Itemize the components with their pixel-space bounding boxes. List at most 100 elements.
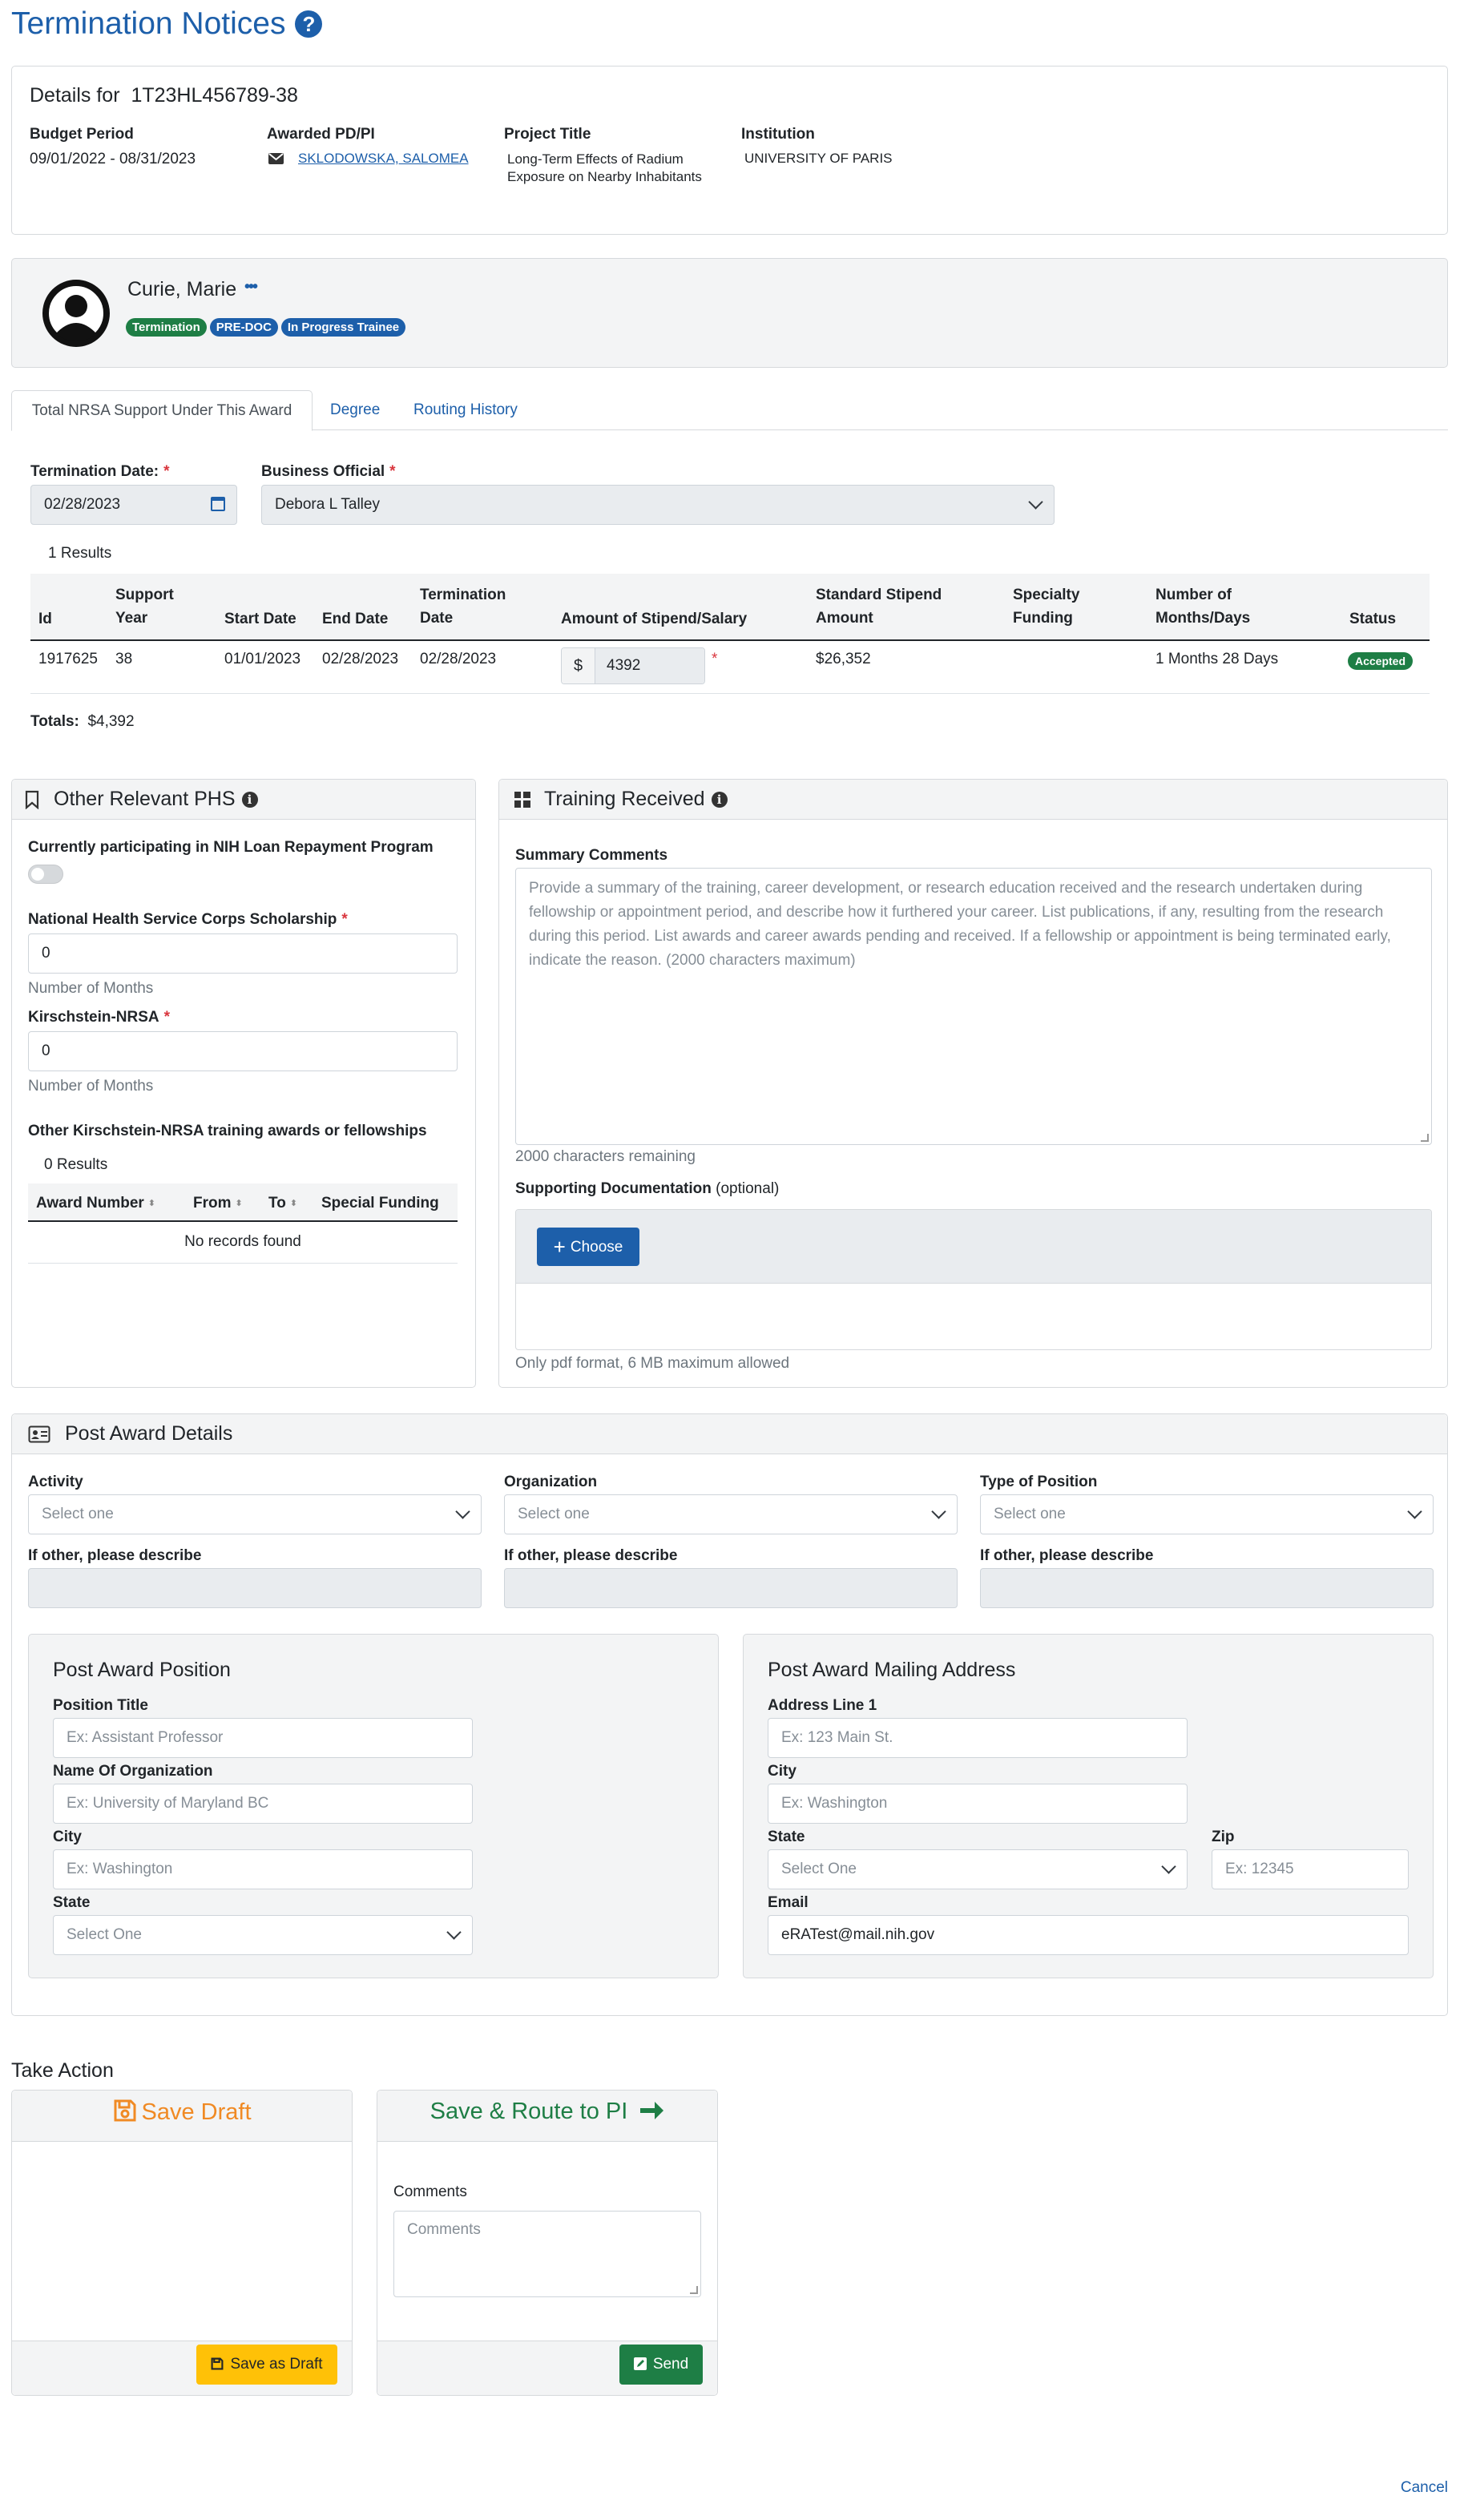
col-to[interactable]: To ⬍ xyxy=(268,1191,297,1215)
col-special-funding: Special Funding xyxy=(321,1195,439,1212)
grant-number: 1T23HL456789-38 xyxy=(131,84,298,107)
position-title-input[interactable]: Ex: Assistant Professor xyxy=(53,1718,473,1758)
id-card-icon xyxy=(28,1425,50,1442)
badge-in-progress: In Progress Trainee xyxy=(280,318,406,337)
position-state-select[interactable]: Select One xyxy=(53,1915,473,1955)
save-draft-title: Save Draft xyxy=(12,2099,352,2126)
org-name-input[interactable]: Ex: University of Maryland BC xyxy=(53,1784,473,1824)
phs-card-title: Other Relevant PHS i xyxy=(25,788,258,811)
project-title-value: Long-Term Effects of Radium Exposure on … xyxy=(507,151,702,184)
institution-label: Institution xyxy=(741,126,815,143)
email-input[interactable]: eRATest@mail.nih.gov xyxy=(768,1915,1409,1955)
resize-handle[interactable] xyxy=(690,2286,698,2294)
address-city-input[interactable]: Ex: Washington xyxy=(768,1784,1188,1824)
nhsc-label: National Health Service Corps Scholarshi… xyxy=(28,911,348,928)
activity-other-input[interactable] xyxy=(28,1568,482,1608)
save-draft-card: Save Draft Save as Draft xyxy=(11,2090,353,2396)
row-year: 38 xyxy=(115,651,133,667)
calendar-icon[interactable] xyxy=(211,497,225,511)
organization-label: Organization xyxy=(504,1474,598,1490)
details-heading: Details for 1T23HL456789-38 xyxy=(30,84,298,107)
type-other-input[interactable] xyxy=(980,1568,1434,1608)
tab-total-nrsa-support[interactable]: Total NRSA Support Under This Award xyxy=(11,390,313,431)
dashboard-icon xyxy=(514,791,530,808)
pi-label: Awarded PD/PI xyxy=(267,126,375,143)
address-state-select[interactable]: Select One xyxy=(768,1849,1188,1889)
send-button[interactable]: Send xyxy=(619,2345,703,2385)
summary-comments-textarea[interactable]: Provide a summary of the training, caree… xyxy=(515,868,1432,1145)
resize-handle[interactable] xyxy=(1421,1134,1429,1142)
sort-icon: ⬍ xyxy=(147,1198,156,1208)
activity-label: Activity xyxy=(28,1474,83,1490)
help-icon[interactable]: ? xyxy=(295,10,323,38)
type-of-position-label: Type of Position xyxy=(980,1474,1098,1490)
nhsc-help: Number of Months xyxy=(28,980,154,997)
col-from[interactable]: From ⬍ xyxy=(193,1191,243,1215)
required-marker: * xyxy=(712,651,718,667)
business-official-label: Business Official * xyxy=(261,463,396,480)
post-award-position-panel: Post Award Position Position Title Ex: A… xyxy=(28,1634,719,1978)
address-line1-input[interactable]: Ex: 123 Main St. xyxy=(768,1718,1188,1758)
institution-value: UNIVERSITY OF PARIS xyxy=(744,151,893,166)
address-panel-title: Post Award Mailing Address xyxy=(768,1659,1016,1681)
cancel-link[interactable]: Cancel xyxy=(1401,2479,1448,2497)
row-id: 1917625 xyxy=(38,651,98,667)
position-title-label: Position Title xyxy=(53,1697,148,1714)
business-official-select[interactable]: Debora L Talley xyxy=(261,485,1055,525)
choose-file-button[interactable]: + Choose xyxy=(537,1228,639,1266)
comments-textarea[interactable]: Comments xyxy=(393,2211,701,2297)
info-icon[interactable]: i xyxy=(241,791,258,808)
activity-select[interactable]: Select one xyxy=(28,1494,482,1534)
type-of-position-select[interactable]: Select one xyxy=(980,1494,1434,1534)
org-name-label: Name Of Organization xyxy=(53,1763,213,1780)
trainee-name: Curie, Marie xyxy=(127,278,237,300)
edit-icon xyxy=(633,2357,647,2370)
nrsa-months-input[interactable]: 0 xyxy=(28,1031,458,1071)
type-other-label: If other, please describe xyxy=(980,1547,1154,1564)
zip-label: Zip xyxy=(1212,1829,1235,1845)
training-card-title: Training Received i xyxy=(514,788,728,811)
arrow-right-icon xyxy=(640,2102,664,2119)
tab-routing-history[interactable]: Routing History xyxy=(413,390,518,430)
file-upload: + Choose xyxy=(515,1209,1432,1350)
budget-period-label: Budget Period xyxy=(30,126,134,143)
organization-other-input[interactable] xyxy=(504,1568,958,1608)
trainee-badges: Termination PRE-DOC In Progress Trainee xyxy=(126,318,409,337)
address-state-label: State xyxy=(768,1829,805,1845)
plus-icon: + xyxy=(553,1235,566,1259)
nhsc-months-input[interactable]: 0 xyxy=(28,933,458,974)
floppy-disk-icon xyxy=(211,2357,224,2370)
post-award-card: Post Award Details Activity Select one O… xyxy=(11,1413,1448,2016)
take-action-heading: Take Action xyxy=(11,2059,114,2082)
currency-addon: $ xyxy=(562,648,595,683)
row-months-days: 1 Months 28 Days xyxy=(1155,651,1279,667)
totals: Totals: $4,392 xyxy=(30,713,135,730)
activity-other-label: If other, please describe xyxy=(28,1547,202,1564)
organization-select[interactable]: Select one xyxy=(504,1494,958,1534)
position-city-input[interactable]: Ex: Washington xyxy=(53,1849,473,1889)
col-award-number[interactable]: Award Number ⬍ xyxy=(36,1191,155,1215)
position-panel-title: Post Award Position xyxy=(53,1659,231,1681)
floppy-disk-icon xyxy=(114,2099,135,2122)
tab-degree[interactable]: Degree xyxy=(330,390,380,430)
row-end-date: 02/28/2023 xyxy=(322,651,399,667)
more-options-button[interactable]: ••• xyxy=(244,278,258,296)
save-as-draft-button[interactable]: Save as Draft xyxy=(196,2345,337,2385)
doc-help: Only pdf format, 6 MB maximum allowed xyxy=(515,1355,790,1372)
details-card: Details for 1T23HL456789-38 Budget Perio… xyxy=(11,66,1448,235)
envelope-icon[interactable] xyxy=(268,153,284,164)
termination-date-input[interactable]: 02/28/2023 xyxy=(30,485,237,525)
summary-comments-label: Summary Comments xyxy=(515,847,668,864)
info-icon[interactable]: i xyxy=(711,791,728,808)
stipend-amount-input[interactable]: 4392 xyxy=(595,648,704,683)
support-table: Id Support Year Start Date End Date Term… xyxy=(30,574,1430,694)
pi-name-link[interactable]: SKLODOWSKA, SALOMEA xyxy=(298,151,469,167)
loan-repayment-label: Currently participating in NIH Loan Repa… xyxy=(28,839,434,856)
row-standard-stipend: $26,352 xyxy=(816,651,871,667)
zip-input[interactable]: Ex: 12345 xyxy=(1212,1849,1409,1889)
mailing-address-panel: Post Award Mailing Address Address Line … xyxy=(743,1634,1434,1978)
no-records-row: No records found xyxy=(28,1222,458,1264)
loan-repayment-toggle[interactable] xyxy=(28,865,63,884)
address-line1-label: Address Line 1 xyxy=(768,1697,877,1714)
other-awards-label: Other Kirschstein-NRSA training awards o… xyxy=(28,1123,427,1139)
